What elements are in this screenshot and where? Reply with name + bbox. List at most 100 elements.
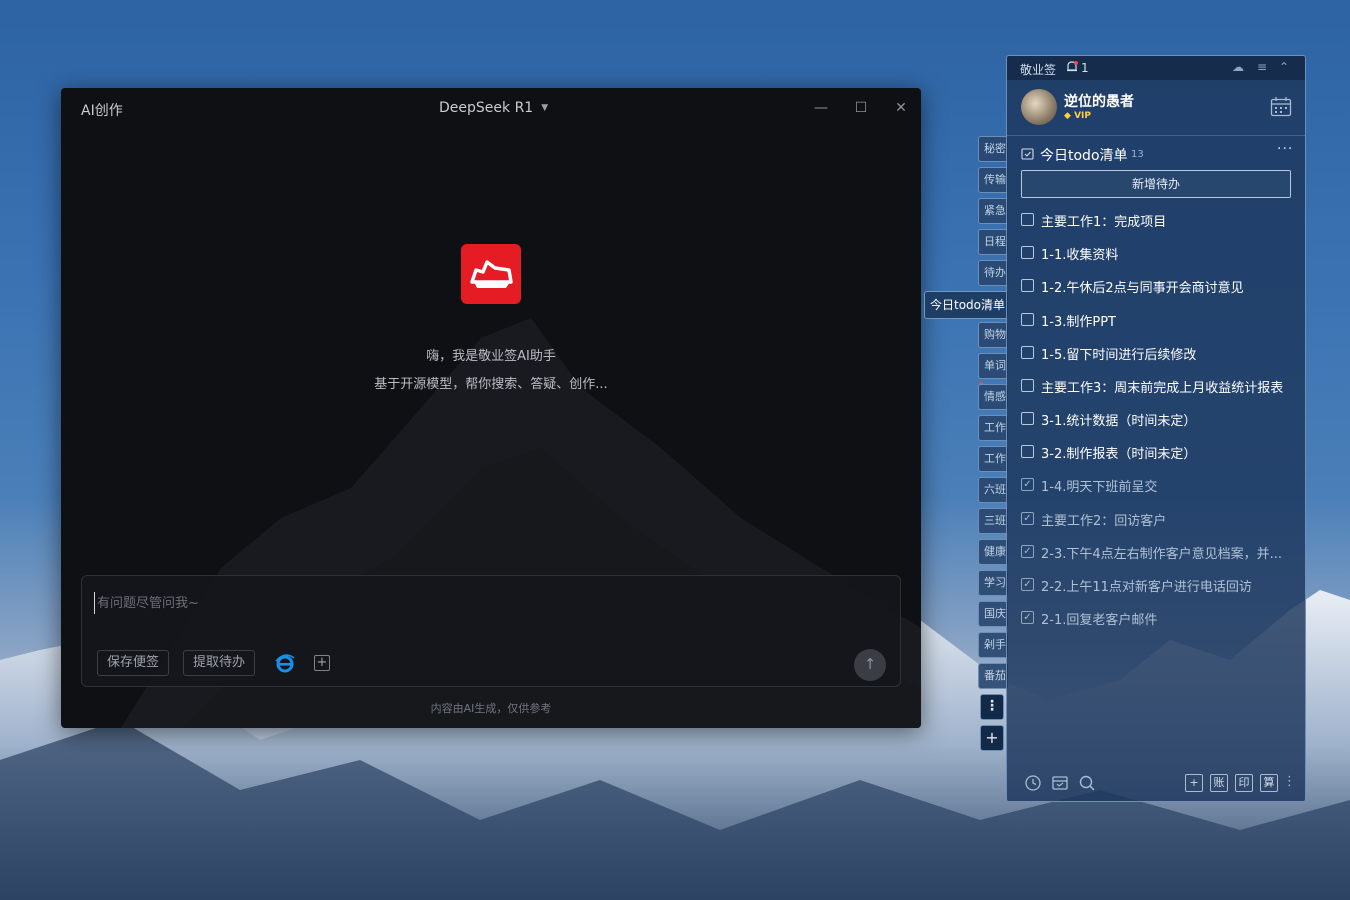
- side-tab[interactable]: 传输: [978, 167, 1008, 193]
- todo-item[interactable]: ✓ 主要工作2：回访客户: [1021, 508, 1301, 530]
- todo-item[interactable]: ✓ 2-1.回复老客户邮件: [1021, 607, 1301, 629]
- todo-item[interactable]: 1-2.午休后2点与同事开会商讨意见: [1021, 275, 1301, 297]
- todo-text: 1-2.午休后2点与同事开会商讨意见: [1041, 281, 1244, 296]
- side-tab[interactable]: 紧急: [978, 198, 1008, 224]
- side-tab[interactable]: 三班: [978, 508, 1008, 534]
- archive-icon[interactable]: [1051, 774, 1069, 792]
- todo-checkbox[interactable]: [1021, 346, 1034, 359]
- todo-item[interactable]: ✓ 1-4.明天下班前呈交: [1021, 474, 1301, 496]
- minimize-button[interactable]: —: [811, 98, 831, 118]
- todo-text: 2-1.回复老客户邮件: [1041, 613, 1158, 628]
- clock-icon[interactable]: [1024, 774, 1042, 792]
- app-name: 敬业签: [1020, 63, 1057, 77]
- todo-checkbox-checked[interactable]: ✓: [1021, 478, 1034, 491]
- greeting-line-1: 嗨，我是敬业签AI助手: [426, 349, 556, 364]
- side-tab[interactable]: 国庆: [978, 601, 1008, 627]
- send-button[interactable]: ↑: [854, 649, 886, 681]
- todo-text: 1-5.留下时间进行后续修改: [1041, 348, 1197, 363]
- checklist-icon: [1021, 148, 1034, 160]
- add-tab-icon[interactable]: +: [980, 725, 1004, 751]
- model-name: DeepSeek R1: [439, 100, 534, 116]
- todo-checkbox[interactable]: [1021, 246, 1034, 259]
- calculator-button[interactable]: 算: [1260, 774, 1278, 792]
- todo-text: 1-3.制作PPT: [1041, 315, 1116, 330]
- todo-item[interactable]: ✓ 2-2.上午11点对新客户进行电话回访: [1021, 574, 1301, 596]
- side-tab[interactable]: 单词: [978, 353, 1008, 379]
- side-tab[interactable]: 工作: [978, 415, 1008, 441]
- cloud-sync-icon[interactable]: ☁: [1231, 60, 1245, 74]
- todo-checkbox-checked[interactable]: ✓: [1021, 578, 1034, 591]
- note-header: 敬业签 1 ☁ ≡ ⌃: [1007, 56, 1305, 80]
- todo-item[interactable]: ✓ 2-3.下午4点左右制作客户意见档案，并...: [1021, 541, 1301, 563]
- todo-item[interactable]: 3-1.统计数据（时间未定）: [1021, 408, 1301, 430]
- todo-checkbox-checked[interactable]: ✓: [1021, 611, 1034, 624]
- todo-item[interactable]: 1-5.留下时间进行后续修改: [1021, 342, 1301, 364]
- todo-item[interactable]: 3-2.制作报表（时间未定）: [1021, 441, 1301, 463]
- calendar-icon[interactable]: [1270, 96, 1292, 118]
- todo-text: 3-2.制作报表（时间未定）: [1041, 447, 1197, 462]
- side-tab[interactable]: 购物: [978, 322, 1008, 348]
- todo-text: 3-1.统计数据（时间未定）: [1041, 414, 1197, 429]
- todo-item[interactable]: 主要工作1：完成项目: [1021, 209, 1301, 231]
- print-button[interactable]: 印: [1235, 774, 1253, 792]
- side-tab[interactable]: 待办: [978, 260, 1008, 286]
- add-note-icon[interactable]: +: [1185, 774, 1203, 792]
- bell-icon[interactable]: [1065, 60, 1079, 74]
- ai-creation-window: AI创作 DeepSeek R1 ▼ — ☐ ✕ 嗨，我是敬业签AI助手 基于开…: [61, 88, 921, 728]
- save-note-button[interactable]: 保存便签: [97, 650, 170, 676]
- menu-icon[interactable]: ≡: [1255, 60, 1269, 74]
- todo-checkbox[interactable]: [1021, 213, 1034, 226]
- side-tab[interactable]: 情感: [978, 384, 1008, 410]
- side-tab[interactable]: 六班: [978, 477, 1008, 503]
- maximize-button[interactable]: ☐: [851, 98, 871, 118]
- side-tab[interactable]: 学习: [978, 570, 1008, 596]
- vip-label: VIP: [1074, 111, 1091, 121]
- add-attachment-icon[interactable]: +: [314, 655, 330, 671]
- search-icon[interactable]: [1078, 774, 1096, 792]
- todo-item[interactable]: 主要工作3：周末前完成上月收益统计报表: [1021, 375, 1301, 397]
- chevron-up-icon[interactable]: ⌃: [1277, 60, 1291, 74]
- ledger-button[interactable]: 账: [1210, 774, 1228, 792]
- user-area: 逆位的愚者 ◆ VIP: [1007, 80, 1305, 136]
- vip-badge: ◆ VIP: [1064, 111, 1091, 121]
- model-selector[interactable]: DeepSeek R1 ▼: [439, 100, 548, 116]
- todo-checkbox[interactable]: [1021, 445, 1034, 458]
- side-tab[interactable]: 番茄: [978, 663, 1008, 689]
- todo-text: 2-2.上午11点对新客户进行电话回访: [1041, 580, 1252, 595]
- sticky-note-panel: 敬业签 1 ☁ ≡ ⌃ 逆位的愚者 ◆ VIP 今日todo清单 13 ··· …: [1006, 55, 1306, 802]
- todo-text: 主要工作1：完成项目: [1041, 215, 1167, 230]
- side-tab[interactable]: 工作: [978, 446, 1008, 472]
- more-tabs-icon[interactable]: ⋮: [980, 694, 1004, 720]
- add-todo-button[interactable]: 新增待办: [1021, 170, 1291, 198]
- side-tab[interactable]: 剁手: [978, 632, 1008, 658]
- todo-text: 2-3.下午4点左右制作客户意见档案，并...: [1041, 547, 1283, 562]
- chat-input[interactable]: [94, 592, 794, 614]
- app-logo-icon: [461, 244, 521, 304]
- greeting-line-2: 基于开源模型，帮你搜索、答疑、创作...: [374, 377, 608, 392]
- side-tab[interactable]: 日程: [978, 229, 1008, 255]
- chat-input-box: 保存便签 提取待办 + ↑: [81, 575, 901, 687]
- todo-checkbox[interactable]: [1021, 379, 1034, 392]
- more-icon[interactable]: ···: [1277, 141, 1293, 157]
- avatar[interactable]: [1021, 89, 1057, 125]
- todo-checkbox-checked[interactable]: ✓: [1021, 545, 1034, 558]
- side-tab-active[interactable]: 今日todo清单: [924, 291, 1008, 319]
- todo-text: 1-4.明天下班前呈交: [1041, 480, 1158, 495]
- side-tab[interactable]: 健康: [978, 539, 1008, 565]
- todo-checkbox[interactable]: [1021, 412, 1034, 425]
- todo-checkbox[interactable]: [1021, 279, 1034, 292]
- web-search-icon[interactable]: [274, 652, 296, 674]
- todo-item[interactable]: 1-1.收集资料: [1021, 242, 1301, 264]
- side-tab[interactable]: 秘密: [978, 136, 1008, 162]
- todo-item[interactable]: 1-3.制作PPT: [1021, 309, 1301, 331]
- caret-down-icon: ▼: [541, 103, 549, 113]
- more-vertical-icon[interactable]: ⋮: [1283, 774, 1296, 792]
- extract-todo-button[interactable]: 提取待办: [183, 650, 256, 676]
- window-title: AI创作: [81, 103, 123, 119]
- notification-count: 1: [1081, 61, 1089, 75]
- todo-text: 主要工作3：周末前完成上月收益统计报表: [1041, 381, 1284, 396]
- close-button[interactable]: ✕: [891, 98, 911, 118]
- todo-checkbox[interactable]: [1021, 313, 1034, 326]
- todo-text: 1-1.收集资料: [1041, 248, 1119, 263]
- todo-checkbox-checked[interactable]: ✓: [1021, 512, 1034, 525]
